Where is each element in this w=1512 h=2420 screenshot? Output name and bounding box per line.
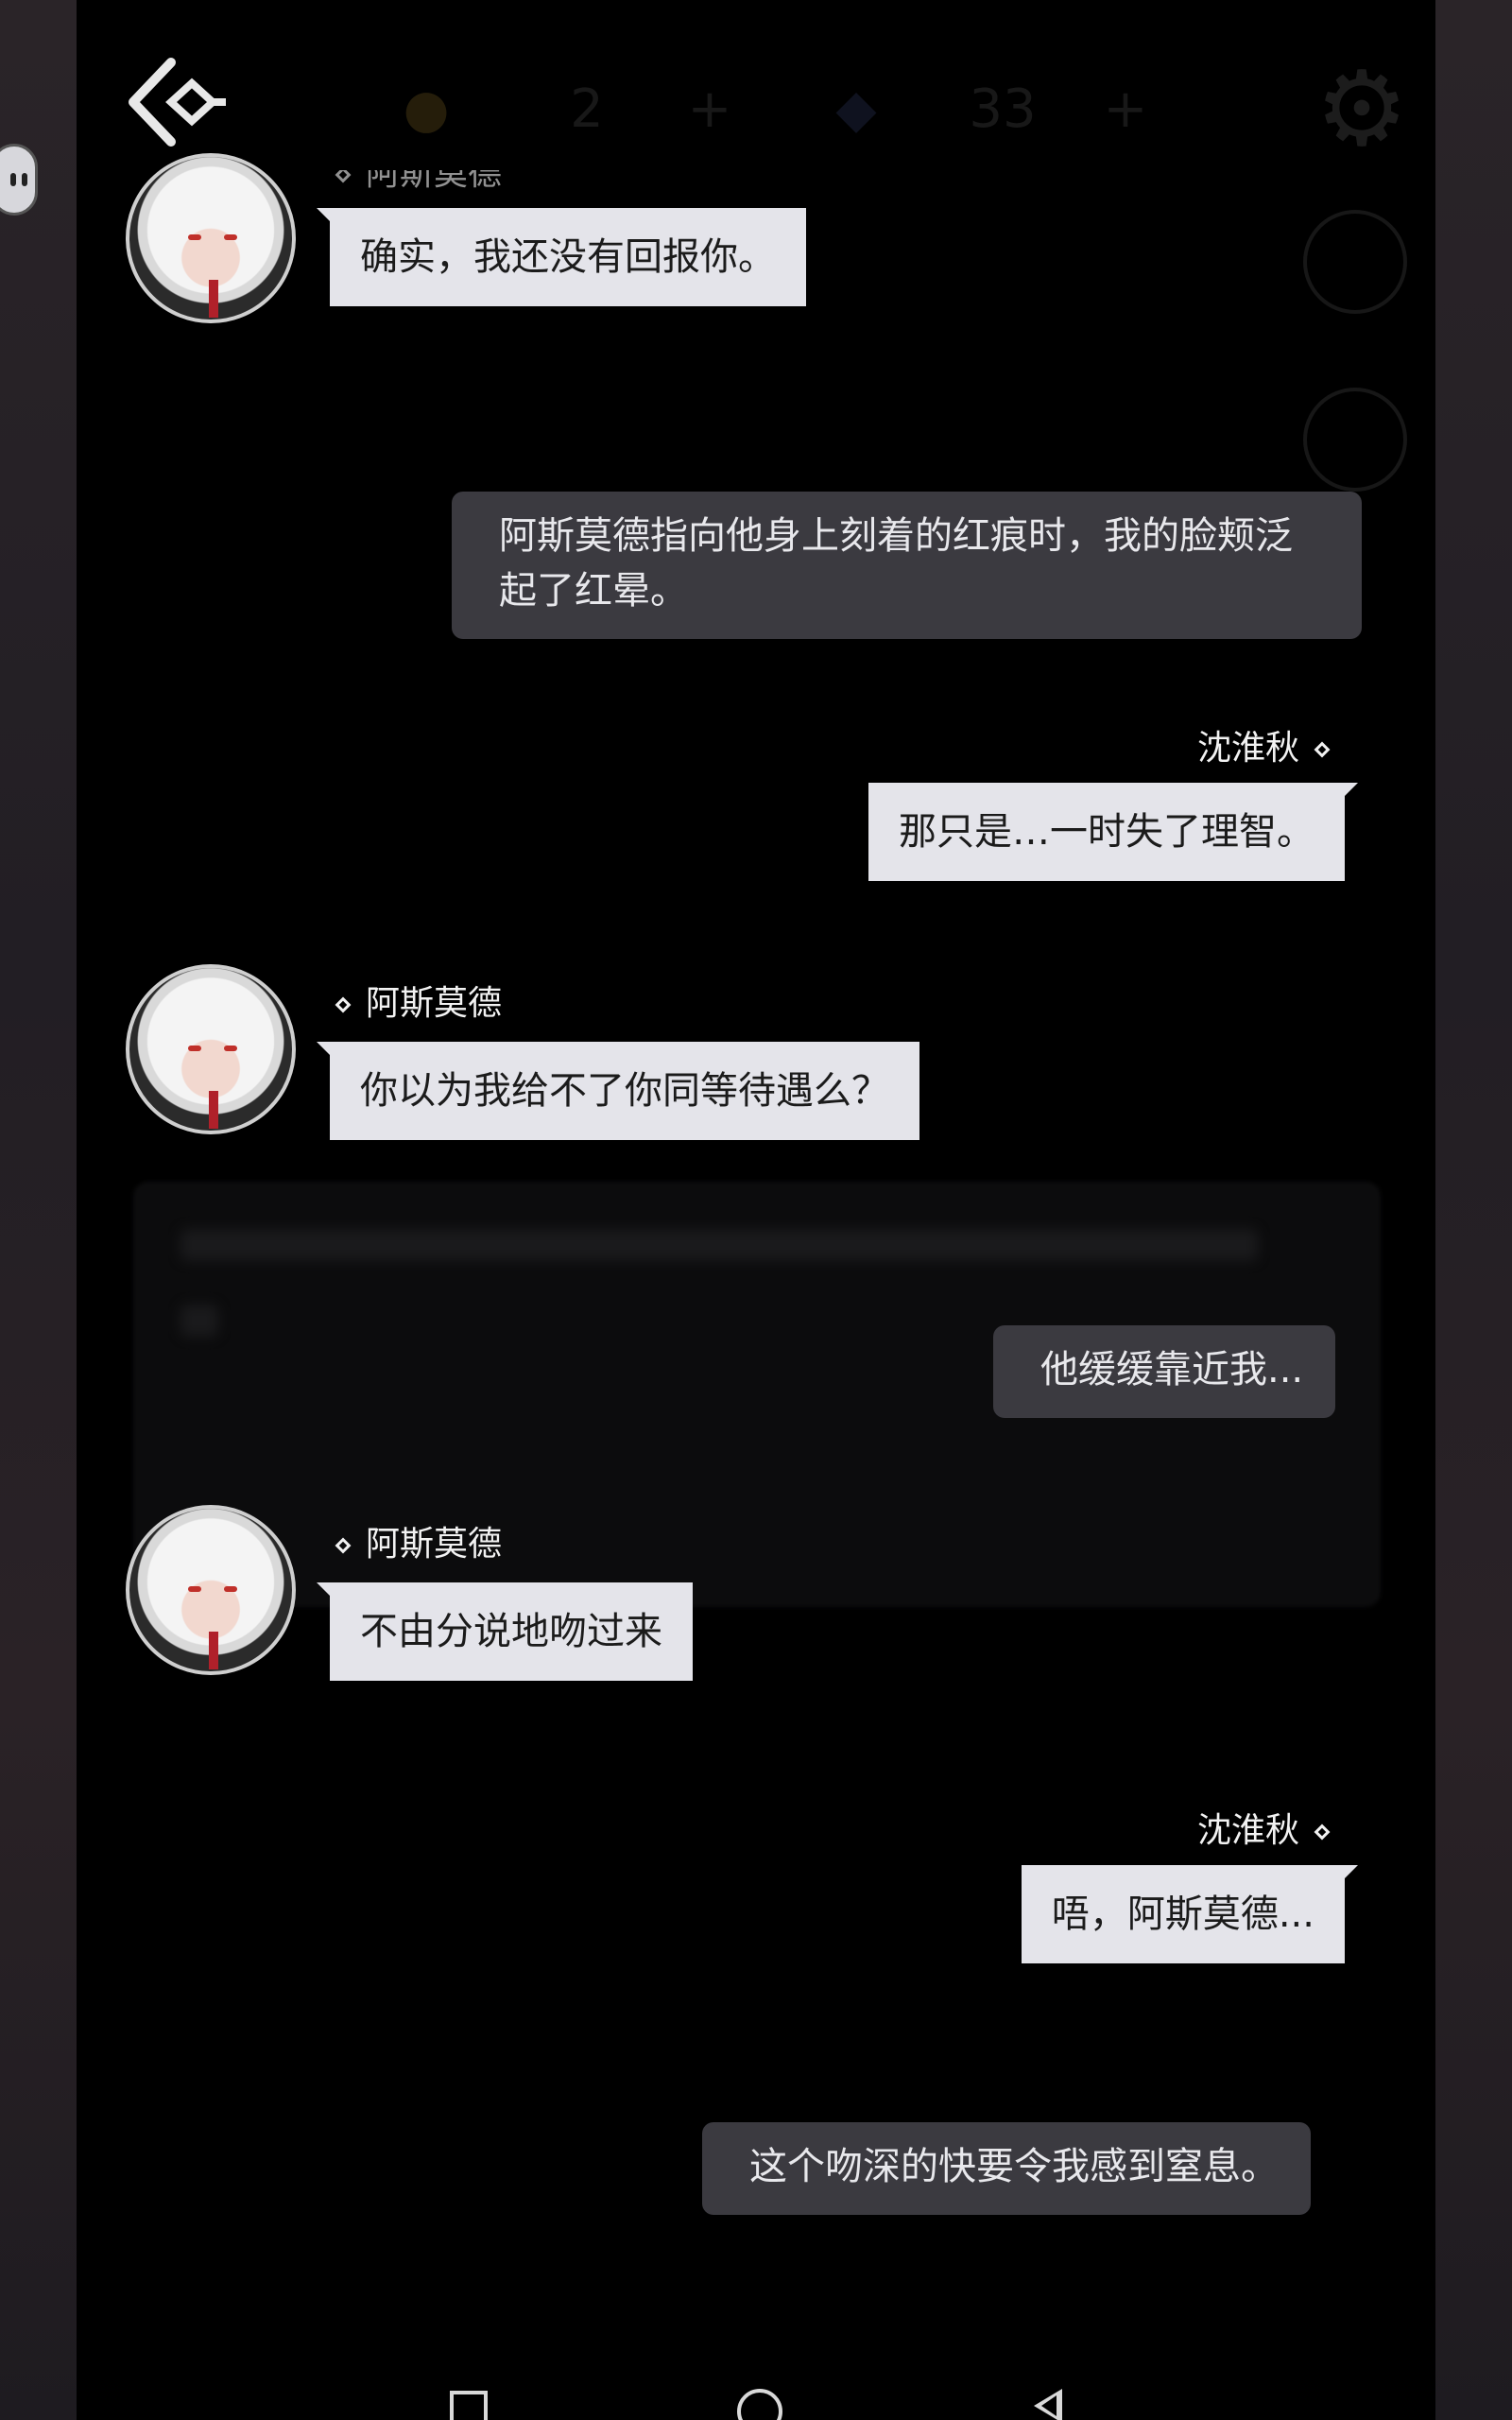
- avatar-asmodeus: [126, 153, 296, 323]
- avatar-asmodeus: [126, 1505, 296, 1675]
- add-hint-button[interactable]: +: [681, 66, 738, 151]
- avatar-asmodeus: [126, 964, 296, 1134]
- recent-apps-icon[interactable]: [435, 2368, 491, 2420]
- home-icon[interactable]: [728, 2368, 784, 2420]
- speaker-name: 沈淮秋: [1197, 728, 1345, 769]
- chat-story-screen: ● 2 + ◆ 33 + ⚙ 阿斯莫德 确实，我还没有回报你。 阿斯莫德指向他身…: [77, 0, 1435, 2420]
- character-dialogue-bubble: 你以为我给不了你同等待遇么？: [317, 1042, 919, 1140]
- diamond-icon: [1314, 1824, 1331, 1841]
- character-dialogue-bubble: 确实，我还没有回报你。: [317, 208, 806, 306]
- narration-bubble: 这个吻深的快要令我感到窒息。: [702, 2122, 1311, 2215]
- speaker-name: 沈淮秋: [1197, 1810, 1345, 1852]
- character-dialogue-bubble: 不由分说地吻过来: [317, 1582, 693, 1681]
- player-dialogue-bubble: 唔，阿斯莫德...: [1021, 1865, 1359, 1963]
- view-eye-icon[interactable]: [1303, 210, 1407, 314]
- settings-gear-icon[interactable]: ⚙: [1305, 48, 1418, 169]
- speaker-name: 阿斯莫德: [320, 983, 502, 1025]
- gem-count: 33: [969, 78, 1037, 140]
- narration-bubble: 他缓缓靠近我...: [993, 1325, 1336, 1418]
- diamond-icon: [1314, 741, 1331, 758]
- right-background-gutter: [1435, 0, 1512, 2420]
- narration-bubble: 阿斯莫德指向他身上刻着的红痕时，我的脸颊泛起了红晕。: [452, 492, 1362, 639]
- add-gem-button[interactable]: +: [1097, 66, 1154, 151]
- hint-bulb-icon[interactable]: ●: [388, 66, 464, 151]
- diamond-icon: [335, 170, 352, 183]
- diamond-icon: [335, 996, 352, 1013]
- diamond-icon: [335, 1537, 352, 1554]
- left-background-gutter: [0, 0, 77, 2420]
- floating-assistant-icon[interactable]: [0, 144, 38, 216]
- review-icon[interactable]: [1303, 388, 1407, 492]
- player-dialogue-bubble: 那只是…一时失了理智。: [868, 783, 1358, 881]
- system-navigation-bar: [77, 2368, 1435, 2420]
- gem-icon: ◆: [835, 78, 877, 140]
- hint-count: 2: [570, 78, 604, 140]
- speaker-name: 阿斯莫德: [320, 170, 502, 195]
- back-triangle-icon[interactable]: [1021, 2368, 1077, 2420]
- speaker-name: 阿斯莫德: [320, 1524, 502, 1565]
- back-icon[interactable]: [126, 55, 230, 149]
